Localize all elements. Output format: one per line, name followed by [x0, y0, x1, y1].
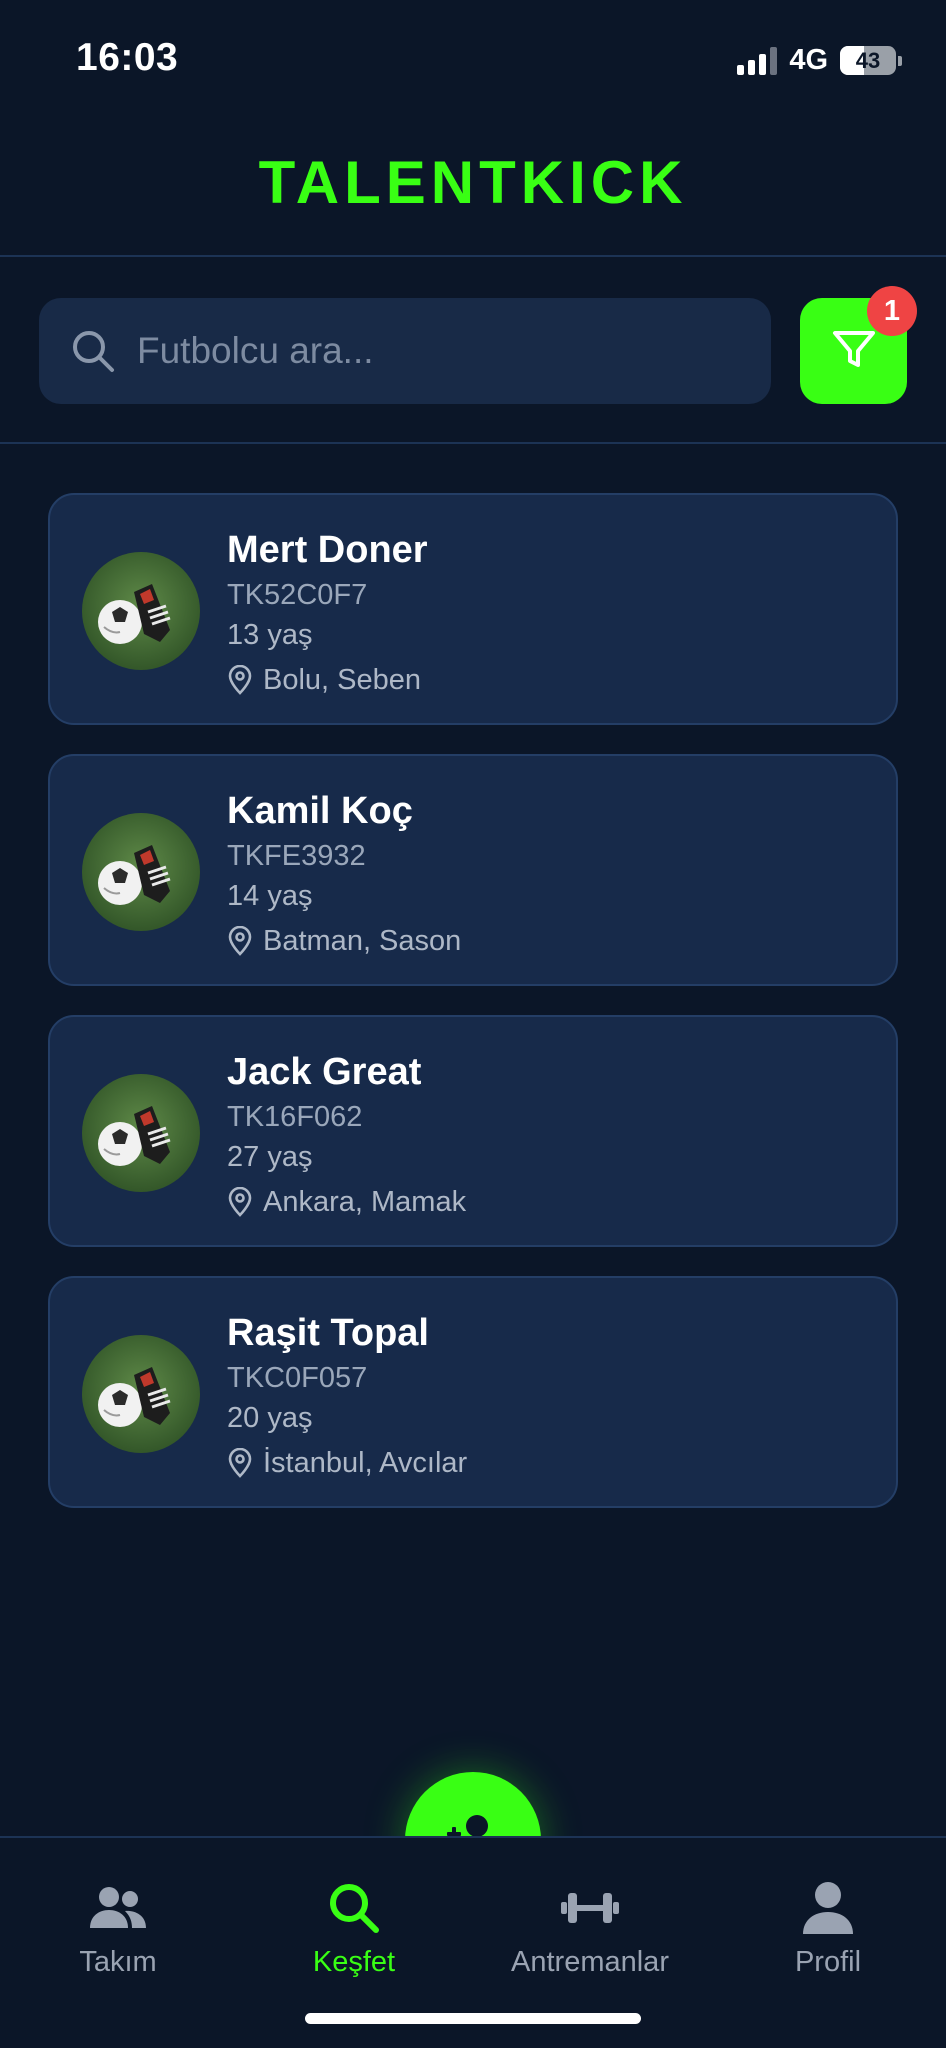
player-name: Kamil Koç	[227, 790, 413, 832]
location-pin-icon	[227, 926, 253, 956]
search-row: 1	[0, 257, 946, 444]
status-time: 16:03	[76, 36, 179, 79]
player-age: 20 yaş	[227, 1402, 313, 1434]
status-bar: 16:03 4G 43	[0, 0, 946, 110]
search-icon	[69, 327, 117, 375]
nav-label-profil: Profil	[794, 1946, 862, 1978]
location-pin-icon	[227, 1187, 253, 1217]
player-location: İstanbul, Avcılar	[227, 1443, 467, 1483]
player-avatar	[82, 1074, 200, 1192]
location-pin-icon	[227, 1448, 253, 1478]
player-location: Batman, Sason	[227, 921, 461, 961]
player-list: Mert Doner TK52C0F7 13 yaş Bolu, Seben K…	[48, 493, 898, 1537]
player-info: Raşit Topal TKC0F057 20 yaş İstanbul, Av…	[227, 1310, 467, 1483]
filter-button[interactable]: 1	[800, 286, 917, 404]
filter-icon	[830, 325, 878, 378]
search-icon	[326, 1878, 382, 1938]
player-info: Kamil Koç TKFE3932 14 yaş Batman, Sason	[227, 788, 461, 961]
app-header: TALENTKICK	[0, 110, 946, 257]
player-code: TK16F062	[227, 1101, 363, 1133]
battery-tip	[898, 55, 902, 66]
network-type: 4G	[789, 44, 828, 76]
player-code: TKC0F057	[227, 1362, 368, 1394]
dumbbell-icon	[559, 1878, 621, 1938]
nav-label-takim: Takım	[79, 1946, 157, 1978]
player-location: Bolu, Seben	[227, 660, 428, 700]
nav-item-profil[interactable]: Profil	[728, 1878, 928, 1979]
filter-count-badge: 1	[867, 286, 917, 336]
player-code: TKFE3932	[227, 840, 366, 872]
player-card[interactable]: Raşit Topal TKC0F057 20 yaş İstanbul, Av…	[48, 1276, 898, 1508]
player-info: Mert Doner TK52C0F7 13 yaş Bolu, Seben	[227, 527, 428, 700]
player-name: Jack Great	[227, 1051, 422, 1093]
battery-level: 43	[855, 47, 881, 73]
player-location-text: Batman, Sason	[263, 925, 462, 957]
player-avatar	[82, 1335, 200, 1453]
player-age: 13 yaş	[227, 619, 313, 651]
player-avatar	[82, 813, 200, 931]
signal-icon	[737, 46, 778, 75]
nav-item-takim[interactable]: Takım	[18, 1878, 218, 1979]
player-card[interactable]: Jack Great TK16F062 27 yaş Ankara, Mamak	[48, 1015, 898, 1247]
search-input[interactable]	[137, 316, 771, 386]
location-pin-icon	[227, 665, 253, 695]
nav-item-kesfet[interactable]: Keşfet	[254, 1878, 454, 1979]
player-card[interactable]: Kamil Koç TKFE3932 14 yaş Batman, Sason	[48, 754, 898, 986]
player-card[interactable]: Mert Doner TK52C0F7 13 yaş Bolu, Seben	[48, 493, 898, 725]
player-location: Ankara, Mamak	[227, 1182, 466, 1222]
player-age: 27 yaş	[227, 1141, 313, 1173]
player-info: Jack Great TK16F062 27 yaş Ankara, Mamak	[227, 1049, 466, 1222]
home-indicator	[305, 2013, 641, 2024]
team-icon	[87, 1878, 149, 1938]
nav-label-kesfet: Keşfet	[312, 1946, 396, 1978]
battery-icon: 43	[840, 46, 896, 75]
player-name: Raşit Topal	[227, 1312, 429, 1354]
player-code: TK52C0F7	[227, 579, 368, 611]
player-location-text: İstanbul, Avcılar	[263, 1447, 468, 1479]
nav-item-antremanlar[interactable]: Antremanlar	[490, 1878, 690, 1979]
app-title: TALENTKICK	[258, 149, 688, 216]
search-box[interactable]	[39, 298, 771, 404]
player-age: 14 yaş	[227, 880, 313, 912]
player-avatar	[82, 552, 200, 670]
nav-label-antremanlar: Antremanlar	[511, 1946, 669, 1978]
player-location-text: Bolu, Seben	[263, 664, 422, 696]
player-name: Mert Doner	[227, 529, 428, 571]
profile-icon	[801, 1878, 855, 1938]
status-indicators: 4G 43	[737, 44, 902, 77]
player-location-text: Ankara, Mamak	[263, 1186, 467, 1218]
